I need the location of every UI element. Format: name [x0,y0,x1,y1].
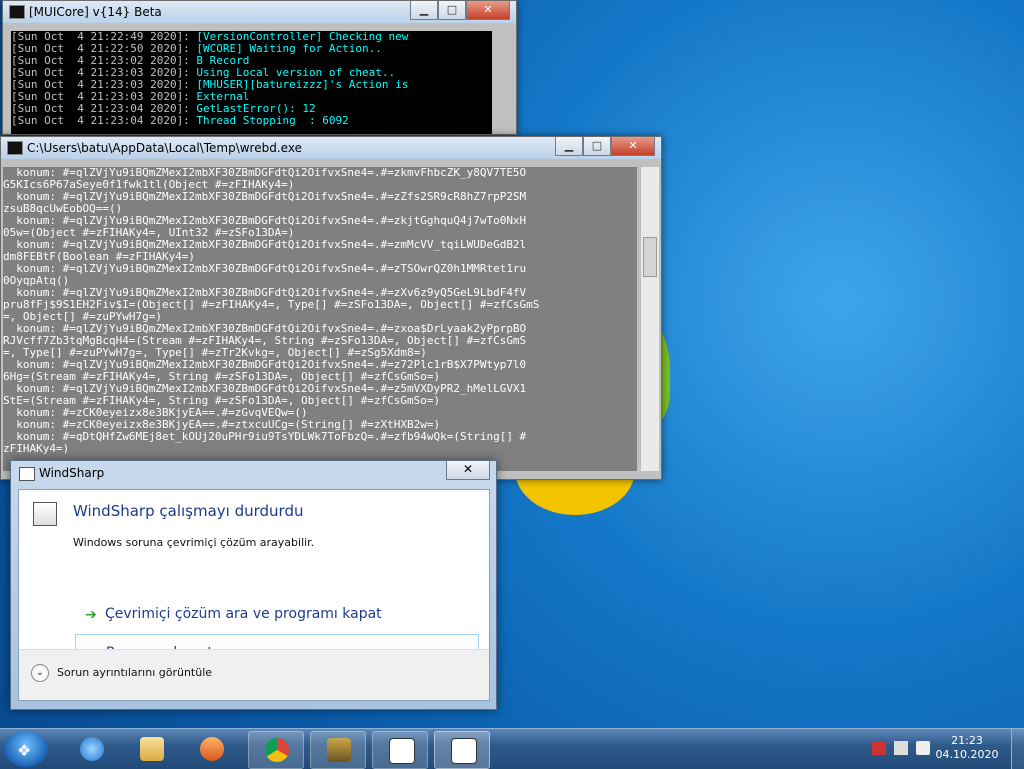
scroll-thumb[interactable] [643,237,657,277]
dialog-heading: WindSharp çalışmayı durdurdu [73,502,304,520]
console-line: zFIHAKy4=) [3,442,70,455]
volume-icon[interactable] [916,741,930,755]
clock-date: 04.10.2020 [935,748,999,761]
start-button[interactable]: ❖ [4,731,48,767]
maximize-button[interactable]: □ [438,1,466,20]
minimize-button[interactable]: ▁ [555,137,583,156]
folder-icon [140,737,164,761]
clock-time: 21:23 [951,734,983,747]
console-window-icon [451,738,477,764]
taskbar-console-1[interactable] [372,731,428,769]
console-line: konum: #=qDtQHfZw6MEj8et_kOUj20uPHr9iu9T… [3,430,527,443]
window-title: C:\Users\batu\AppData\Local\Temp\wrebd.e… [27,141,302,155]
console-icon [9,5,25,19]
green-arrow-icon: ➔ [85,607,97,623]
taskbar-media-player[interactable] [184,731,238,767]
internet-explorer-icon [80,737,104,761]
windows-flag-icon: ❖ [17,741,32,760]
wrebd-console-window[interactable]: C:\Users\batu\AppData\Local\Temp\wrebd.e… [0,136,662,480]
titlebar[interactable]: C:\Users\batu\AppData\Local\Temp\wrebd.e… [1,137,661,159]
console-window-icon [389,738,415,764]
titlebar[interactable]: [MUICore] v{14} Beta ▁ □ ✕ [3,1,516,23]
console-icon [7,141,23,155]
show-desktop-button[interactable] [1011,729,1024,769]
chrome-icon [265,738,289,762]
close-button[interactable]: ✕ [466,1,510,20]
taskbar-console-2[interactable] [434,731,490,769]
dialog-title: WindSharp [39,466,105,480]
taskbar-ie[interactable] [64,731,118,767]
taskbar-chrome[interactable] [248,731,304,769]
console-output: konum: #=qlZVjYu9iBQmZMexI2mbXF30ZBmDGFd… [3,167,637,471]
chevron-down-icon[interactable]: ⌄ [31,664,49,682]
action-center-flag-icon[interactable] [872,741,886,755]
system-tray: 21:23 04.10.2020 [834,729,1024,769]
network-icon[interactable] [894,741,908,755]
log-message: Thread Stopping : 6092 [189,114,349,127]
maximize-button[interactable]: □ [583,137,611,156]
dialog-body: WindSharp çalışmayı durdurdu Windows sor… [18,489,490,674]
media-player-icon [200,737,224,761]
show-details-link[interactable]: Sorun ayrıntılarını görüntüle [57,666,212,679]
taskbar-explorer[interactable] [124,731,178,767]
dialog-footer: ⌄ Sorun ayrıntılarını görüntüle [18,649,490,701]
dialog-subtext: Windows soruna çevrimiçi çözüm arayabili… [73,536,315,549]
taskbar-league[interactable] [310,731,366,769]
muicore-console-window[interactable]: [MUICore] v{14} Beta ▁ □ ✕ [Sun Oct 4 21… [2,0,517,135]
league-icon [327,738,351,762]
taskbar: ❖ 21:23 04.10.2020 [0,728,1024,769]
window-icon [33,502,57,526]
vertical-scrollbar[interactable] [640,167,659,471]
console-line: konum: #=qlZVjYu9iBQmZMexI2mbXF30ZBmDGFd… [3,262,527,275]
search-solution-and-close-button[interactable]: ➔ Çevrimiçi çözüm ara ve programı kapat [75,596,477,634]
minimize-button[interactable]: ▁ [410,1,438,20]
console-line: [Sun Oct 4 21:23:04 2020]: Thread Stoppi… [11,115,492,127]
close-button[interactable]: ✕ [446,461,490,480]
window-title: [MUICore] v{14} Beta [29,5,162,19]
crash-dialog[interactable]: WindSharp ✕ WindSharp çalışmayı durdurdu… [10,460,497,710]
clock[interactable]: 21:23 04.10.2020 [932,734,1002,762]
timestamp: [Sun Oct 4 21:23:04 2020]: [11,114,190,127]
app-icon [19,467,35,481]
close-button[interactable]: ✕ [611,137,655,156]
console-output: [Sun Oct 4 21:22:49 2020]: [VersionContr… [11,31,492,134]
